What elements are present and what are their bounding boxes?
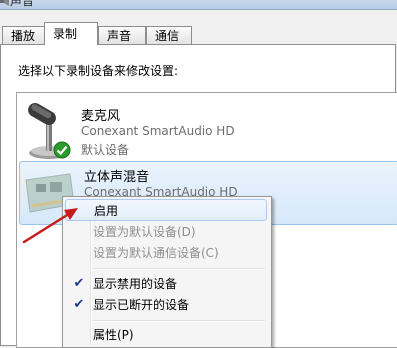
title-bar: 声音 bbox=[0, 0, 397, 10]
default-check-icon bbox=[53, 141, 71, 162]
menu-item-label: 启用 bbox=[94, 204, 119, 218]
annotation-arrow-icon bbox=[20, 202, 84, 249]
speaker-icon bbox=[0, 0, 10, 6]
menu-item-label: 显示禁用的设备 bbox=[93, 277, 178, 291]
context-menu: 启用 设置为默认设备(D) 设置为默认通信设备(C) ✔ 显示禁用的设备 ✔ 显… bbox=[62, 196, 272, 348]
menu-item-label: 属性(P) bbox=[93, 328, 134, 342]
device-item-microphone[interactable]: 麦克风 Conexant SmartAudio HD 默认设备 bbox=[17, 97, 397, 161]
menu-item-enable[interactable]: 启用 bbox=[65, 199, 267, 221]
menu-item-show-disabled[interactable]: ✔ 显示禁用的设备 bbox=[65, 273, 267, 295]
tab-sounds[interactable]: 声音 bbox=[98, 26, 146, 44]
menu-separator bbox=[93, 320, 265, 322]
instruction-text: 选择以下录制设备来修改设置: bbox=[18, 64, 179, 78]
menu-item-label: 设置为默认设备(D) bbox=[93, 225, 196, 239]
device-name: 麦克风 bbox=[81, 109, 121, 124]
checkmark-icon: ✔ bbox=[73, 297, 85, 312]
menu-item-set-default: 设置为默认设备(D) bbox=[65, 221, 267, 243]
menu-item-label: 显示已断开的设备 bbox=[93, 298, 190, 312]
device-name: 立体声混音 bbox=[84, 170, 150, 185]
checkmark-icon: ✔ bbox=[73, 276, 85, 291]
tab-playback[interactable]: 播放 bbox=[2, 26, 46, 44]
menu-item-label: 设置为默认通信设备(C) bbox=[93, 246, 219, 260]
menu-item-show-disconnected[interactable]: ✔ 显示已断开的设备 bbox=[65, 294, 267, 316]
tab-communications[interactable]: 通信 bbox=[146, 26, 192, 44]
menu-item-set-default-comm: 设置为默认通信设备(C) bbox=[65, 242, 267, 264]
device-driver: Conexant SmartAudio HD bbox=[81, 124, 235, 138]
device-status: 默认设备 bbox=[81, 143, 130, 157]
window-title: 声音 bbox=[10, 0, 35, 8]
tab-strip: 播放 录制 声音 通信 bbox=[0, 22, 397, 45]
menu-separator bbox=[93, 268, 265, 270]
tab-recording[interactable]: 录制 bbox=[44, 22, 98, 45]
menu-item-properties[interactable]: 属性(P) bbox=[65, 324, 267, 346]
